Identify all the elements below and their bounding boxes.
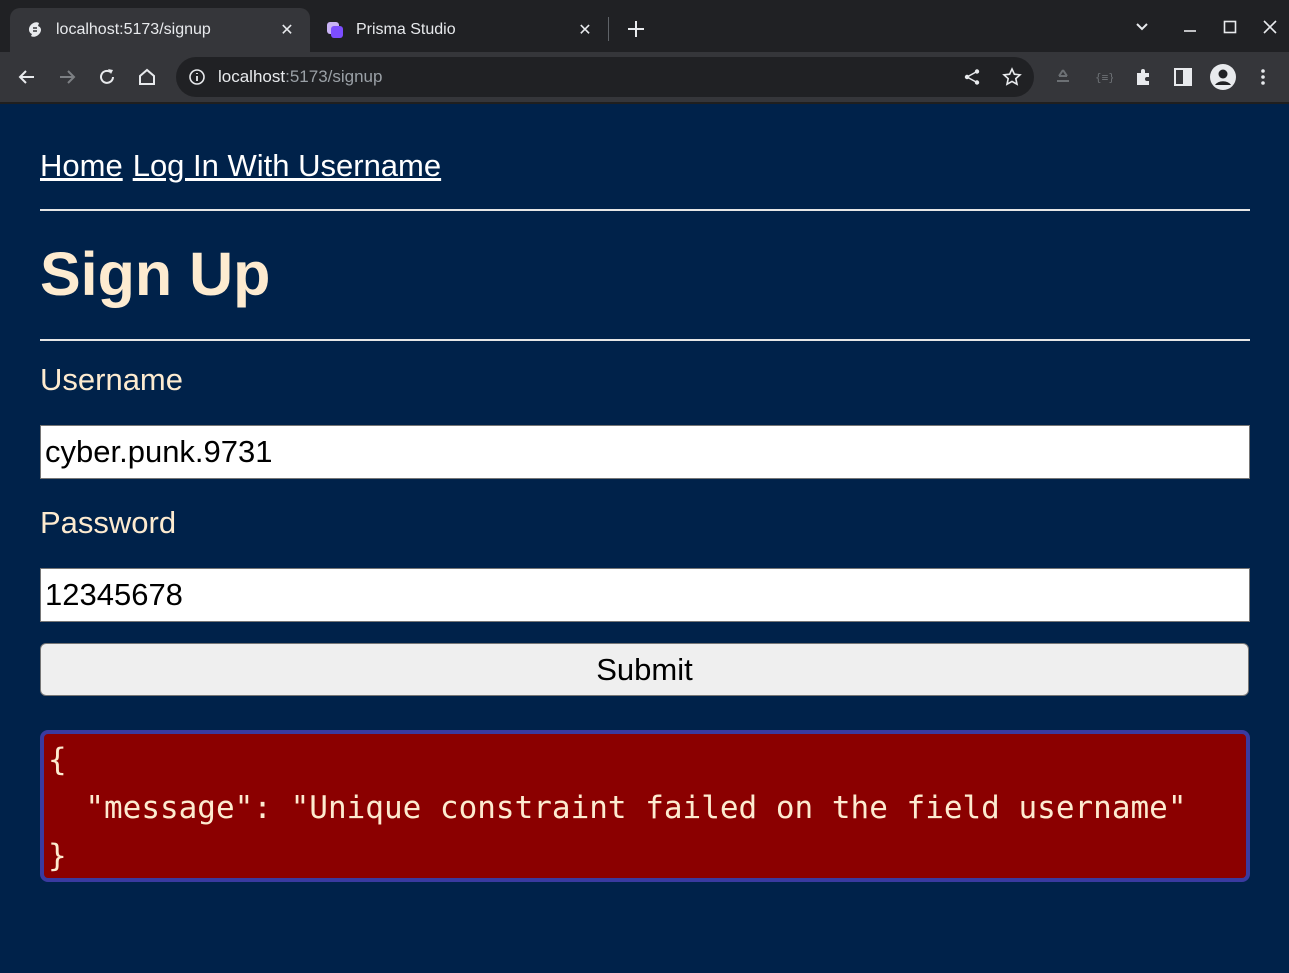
error-line-message: "message": "Unique constraint failed on … xyxy=(48,790,1187,826)
share-icon xyxy=(964,69,980,85)
minimize-icon xyxy=(1184,30,1196,32)
back-button[interactable] xyxy=(13,63,41,91)
tab-title: localhost:5173/signup xyxy=(56,21,211,38)
url-text[interactable]: localhost:5173/signup xyxy=(218,67,382,87)
minimize-button[interactable] xyxy=(1175,12,1205,42)
maximize-icon xyxy=(1223,20,1237,34)
tab-separator xyxy=(608,17,609,41)
url-host: localhost xyxy=(218,67,286,86)
json-braces-icon: {≡} xyxy=(1095,71,1113,84)
error-line-close: } xyxy=(48,838,67,874)
extensions-button[interactable] xyxy=(1129,63,1157,91)
extension-recycle-button[interactable] xyxy=(1049,63,1077,91)
share-button[interactable] xyxy=(959,64,985,90)
extension-json-button[interactable]: {≡} xyxy=(1089,63,1117,91)
new-tab-button[interactable] xyxy=(622,15,650,43)
menu-button[interactable] xyxy=(1249,63,1277,91)
svelte-icon xyxy=(28,22,42,37)
tab-signup[interactable]: localhost:5173/signup ✕ xyxy=(10,8,310,52)
maximize-button[interactable] xyxy=(1215,12,1245,42)
info-icon[interactable] xyxy=(188,68,206,86)
password-label: Password xyxy=(40,505,177,540)
reload-icon xyxy=(100,69,114,84)
chevron-down-icon xyxy=(1136,23,1148,31)
page-title: Sign Up xyxy=(40,240,271,308)
recycle-icon xyxy=(1057,69,1069,82)
error-message-box: { "message": "Unique constraint failed o… xyxy=(40,730,1250,882)
browser-tabstrip: localhost:5173/signup ✕ Prisma Studio ✕ xyxy=(0,0,1289,52)
divider xyxy=(40,209,1250,211)
address-bar[interactable]: localhost:5173/signup xyxy=(176,57,1034,97)
svg-text:{≡}: {≡} xyxy=(1095,71,1113,84)
url-path: :5173/signup xyxy=(285,67,383,86)
bookmark-button[interactable] xyxy=(999,64,1025,90)
arrow-right-icon xyxy=(60,70,76,84)
nav-link-login-username[interactable]: Log In With Username xyxy=(133,148,441,183)
kebab-menu-icon xyxy=(1261,69,1265,85)
username-label: Username xyxy=(40,362,183,397)
divider xyxy=(40,339,1250,341)
submit-button[interactable]: Submit xyxy=(40,643,1249,696)
plus-icon xyxy=(628,21,644,37)
close-icon[interactable]: ✕ xyxy=(576,21,594,39)
tab-title: Prisma Studio xyxy=(356,21,456,38)
close-window-button[interactable] xyxy=(1255,12,1285,42)
top-nav: Home Log In With Username xyxy=(40,148,451,184)
reload-button[interactable] xyxy=(93,63,121,91)
prisma-icon xyxy=(327,22,343,38)
tab-search-button[interactable] xyxy=(1127,12,1157,42)
browser-toolbar: localhost:5173/signup {≡} xyxy=(0,52,1289,104)
home-button[interactable] xyxy=(133,63,161,91)
username-input[interactable] xyxy=(40,425,1250,479)
puzzle-icon xyxy=(1137,69,1149,85)
tab-prisma-studio[interactable]: Prisma Studio ✕ xyxy=(310,8,608,52)
profile-button[interactable] xyxy=(1209,63,1237,91)
error-line-open: { xyxy=(48,742,67,778)
side-panel-button[interactable] xyxy=(1169,63,1197,91)
close-icon xyxy=(1263,20,1277,34)
home-icon xyxy=(139,68,155,85)
nav-link-home[interactable]: Home xyxy=(40,148,123,183)
arrow-left-icon xyxy=(18,70,34,84)
side-panel-icon xyxy=(1174,68,1192,86)
star-icon xyxy=(1002,67,1022,86)
close-icon[interactable]: ✕ xyxy=(278,21,296,39)
password-input[interactable] xyxy=(40,568,1250,622)
forward-button[interactable] xyxy=(53,63,81,91)
avatar-icon xyxy=(1210,64,1236,90)
